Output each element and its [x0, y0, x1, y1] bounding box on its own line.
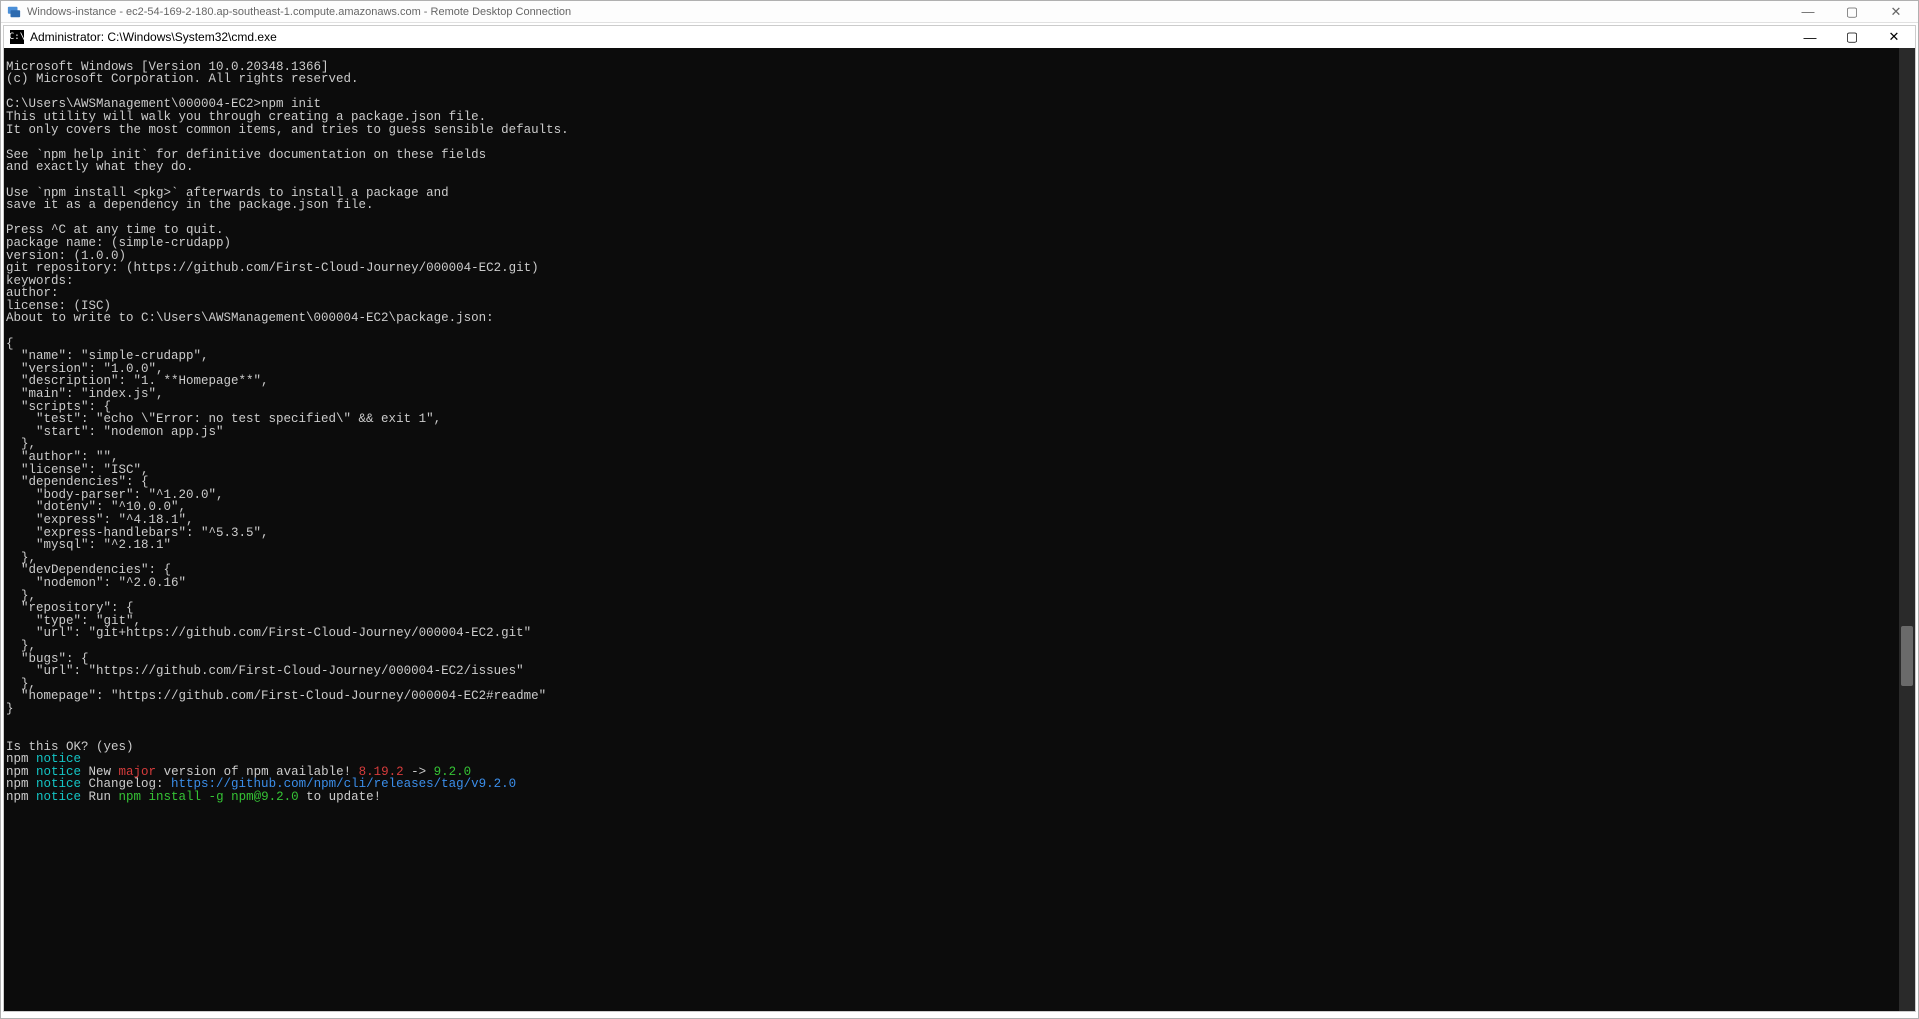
close-button[interactable]: ✕ — [1874, 1, 1918, 22]
maximize-button[interactable]: ▢ — [1831, 26, 1873, 48]
rdp-title: Windows-instance - ec2-54-169-2-180.ap-s… — [27, 6, 1786, 18]
json-line: "start": "nodemon app.js" — [6, 425, 224, 439]
rdp-window-controls: — ▢ ✕ — [1786, 1, 1918, 22]
maximize-button[interactable]: ▢ — [1830, 1, 1874, 22]
minimize-button[interactable]: — — [1789, 26, 1831, 48]
json-line: } — [6, 702, 14, 716]
terminal-line: and exactly what they do. — [6, 160, 194, 174]
terminal-output[interactable]: Microsoft Windows [Version 10.0.20348.13… — [4, 48, 1915, 1011]
json-line: "url": "https://github.com/First-Cloud-J… — [6, 664, 524, 678]
terminal-line: About to write to C:\Users\AWSManagement… — [6, 311, 494, 325]
cmd-titlebar[interactable]: C:\ Administrator: C:\Windows\System32\c… — [4, 26, 1915, 48]
rdp-titlebar[interactable]: Windows-instance - ec2-54-169-2-180.ap-s… — [1, 1, 1918, 23]
rdp-icon — [7, 5, 21, 19]
rdp-window: Windows-instance - ec2-54-169-2-180.ap-s… — [0, 0, 1919, 1019]
close-button[interactable]: ✕ — [1873, 26, 1915, 48]
npm-notice-line: npm notice Run npm install -g npm@9.2.0 … — [6, 790, 381, 804]
cmd-icon: C:\ — [10, 30, 24, 44]
terminal-scrollbar[interactable] — [1899, 48, 1915, 1011]
cmd-window: C:\ Administrator: C:\Windows\System32\c… — [3, 25, 1916, 1012]
terminal-line: (c) Microsoft Corporation. All rights re… — [6, 72, 359, 86]
json-line: "url": "git+https://github.com/First-Clo… — [6, 626, 531, 640]
json-line: "homepage": "https://github.com/First-Cl… — [6, 689, 546, 703]
npm-question: git repository: (https://github.com/Firs… — [6, 261, 539, 275]
terminal-line: save it as a dependency in the package.j… — [6, 198, 374, 212]
cmd-window-controls: — ▢ ✕ — [1789, 26, 1915, 48]
terminal-line: It only covers the most common items, an… — [6, 123, 569, 137]
minimize-button[interactable]: — — [1786, 1, 1830, 22]
scrollbar-thumb[interactable] — [1901, 626, 1913, 686]
cmd-title: Administrator: C:\Windows\System32\cmd.e… — [30, 30, 1789, 44]
